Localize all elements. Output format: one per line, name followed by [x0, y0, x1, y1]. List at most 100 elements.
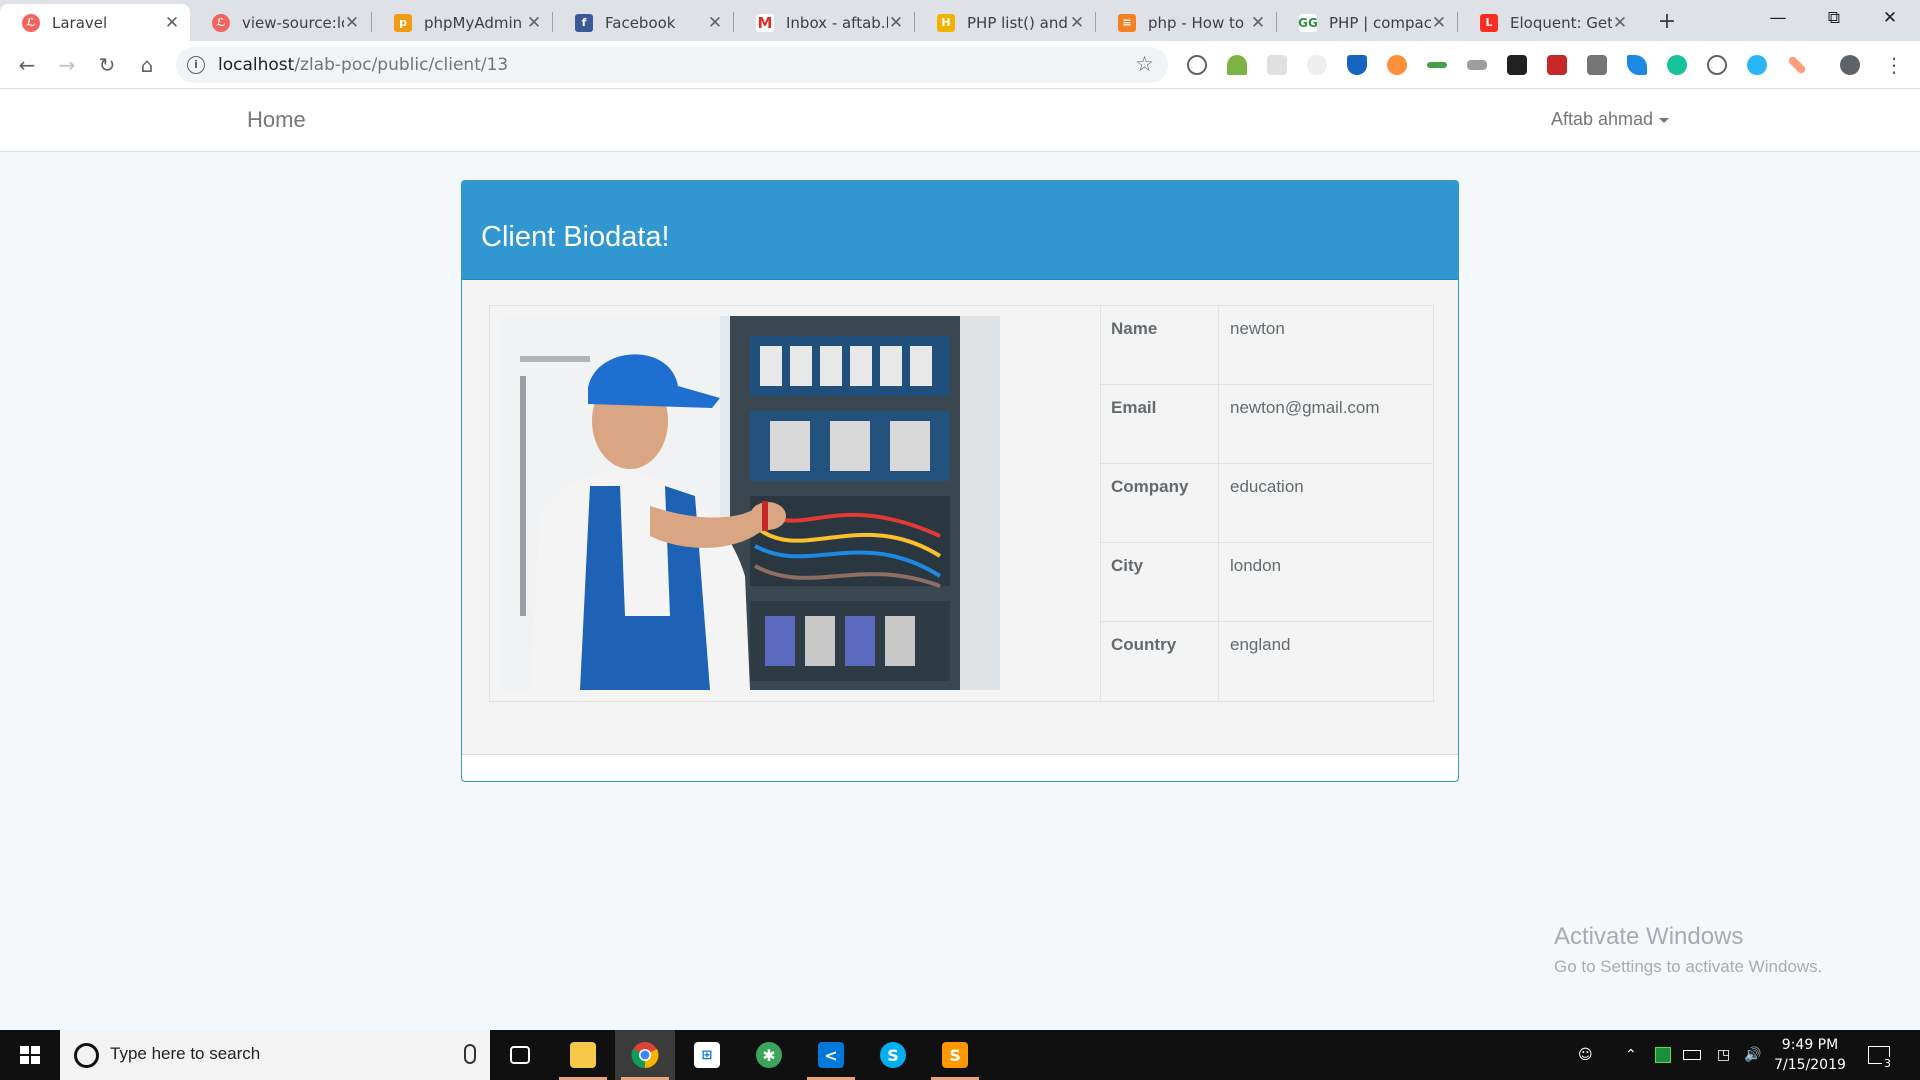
sublime-text-icon: S: [942, 1042, 968, 1068]
new-tab-button[interactable]: +: [1652, 7, 1682, 37]
tray-app-icon[interactable]: [1655, 1030, 1671, 1080]
panel-body: Name newton Email newton@gmail.com Compa…: [462, 280, 1458, 755]
start-button[interactable]: [0, 1030, 60, 1080]
extension-icon[interactable]: [1507, 55, 1527, 75]
chrome-button[interactable]: [615, 1030, 675, 1080]
file-explorer-button[interactable]: [553, 1030, 613, 1080]
tab-facebook[interactable]: f Facebook ✕: [553, 4, 733, 41]
back-icon[interactable]: ←: [13, 51, 41, 79]
close-icon[interactable]: ✕: [164, 13, 180, 33]
restore-button[interactable]: ⧉: [1806, 0, 1862, 38]
battery-icon[interactable]: [1683, 1030, 1701, 1080]
close-icon[interactable]: ✕: [888, 13, 904, 33]
sublime-button[interactable]: S: [925, 1030, 985, 1080]
tab-stackoverflow[interactable]: ≡ php - How to k ✕: [1096, 4, 1276, 41]
address-bar[interactable]: i localhost/zlab-poc/public/client/13 ☆: [176, 47, 1168, 83]
user-dropdown[interactable]: Aftab ahmad: [1551, 109, 1670, 130]
field-row-email: Email newton@gmail.com: [1101, 385, 1433, 464]
field-label: Company: [1101, 464, 1219, 543]
store-button[interactable]: ⊞: [677, 1030, 737, 1080]
home-link[interactable]: Home: [247, 107, 306, 133]
laravel-icon: L: [1480, 13, 1498, 32]
system-clock[interactable]: 9:49 PM 7/15/2019: [1762, 1035, 1858, 1075]
url-text[interactable]: localhost/zlab-poc/public/client/13: [218, 55, 508, 75]
close-icon[interactable]: ✕: [1250, 13, 1266, 33]
tab-gmail[interactable]: M Inbox - aftab.bt ✕: [734, 4, 914, 41]
skype-button[interactable]: S: [863, 1030, 923, 1080]
microphone-icon[interactable]: [464, 1044, 476, 1064]
volume-icon[interactable]: 🔊: [1744, 1030, 1761, 1080]
clock-time: 9:49 PM: [1781, 1037, 1839, 1053]
taskbar-search-box[interactable]: Type here to search: [60, 1030, 490, 1080]
vscode-button[interactable]: <: [801, 1030, 861, 1080]
extension-icon[interactable]: [1587, 55, 1607, 75]
extension-icon[interactable]: [1627, 55, 1647, 75]
chrome-icon: [631, 1042, 659, 1069]
field-value: newton: [1230, 319, 1285, 338]
watermark-subtitle: Go to Settings to activate Windows.: [1554, 957, 1823, 976]
site-navbar: Home Aftab ahmad: [0, 89, 1920, 152]
tab-eloquent[interactable]: L Eloquent: Getti ✕: [1458, 4, 1638, 41]
info-icon[interactable]: i: [187, 56, 205, 74]
field-row-name: Name newton: [1101, 306, 1433, 385]
extension-icon[interactable]: [1267, 55, 1287, 75]
wifi-icon[interactable]: ◳: [1717, 1030, 1730, 1080]
reload-icon[interactable]: ↻: [93, 51, 121, 79]
forward-icon[interactable]: →: [53, 51, 81, 79]
close-icon[interactable]: ✕: [344, 13, 360, 33]
profile-avatar-icon[interactable]: [1840, 55, 1860, 75]
close-icon[interactable]: ✕: [1069, 13, 1085, 33]
photo-cell: [490, 306, 1101, 701]
extension-icon[interactable]: [1427, 62, 1447, 68]
close-icon[interactable]: ✕: [1431, 13, 1447, 33]
url-path: /zlab-poc/public/client/13: [294, 55, 509, 75]
extension-icon[interactable]: [1707, 55, 1727, 75]
field-row-company: Company education: [1101, 464, 1433, 543]
extension-icon[interactable]: [1787, 55, 1807, 75]
app-button[interactable]: ✱: [739, 1030, 799, 1080]
bookmark-star-icon[interactable]: ☆: [1135, 52, 1154, 76]
menu-kebab-icon[interactable]: ⋮: [1880, 51, 1908, 79]
extension-icon[interactable]: [1467, 60, 1487, 70]
biodata-panel: Client Biodata! Name newton Email newton…: [461, 180, 1459, 782]
clock-date: 7/15/2019: [1774, 1057, 1846, 1073]
close-icon[interactable]: ✕: [1612, 13, 1628, 33]
tab-laravel[interactable]: ℒ Laravel ✕: [0, 4, 190, 41]
chevron-up-icon[interactable]: ⌃: [1625, 1030, 1637, 1080]
client-photo: [500, 316, 1000, 690]
field-row-country: Country england: [1101, 622, 1433, 701]
tab-php-list[interactable]: H PHP list() and S ✕: [915, 4, 1095, 41]
home-icon[interactable]: ⌂: [133, 51, 161, 79]
phpmyadmin-icon: p: [394, 13, 412, 32]
task-view-icon: [510, 1046, 530, 1064]
close-icon[interactable]: ✕: [526, 13, 542, 33]
extension-icon[interactable]: [1307, 55, 1327, 75]
grammarly-icon[interactable]: [1667, 55, 1687, 75]
tab-view-source[interactable]: ℒ view-source:loc ✕: [190, 4, 370, 41]
extension-icon[interactable]: [1387, 55, 1407, 75]
minimize-button[interactable]: —: [1750, 0, 1806, 38]
tab-title: PHP list() and S: [967, 13, 1069, 32]
windows-logo-icon: [20, 1046, 40, 1064]
tab-geeksforgeeks[interactable]: GG PHP | compact( ✕: [1277, 4, 1457, 41]
stackoverflow-icon: ≡: [1118, 13, 1136, 32]
cors-extension-icon[interactable]: [1547, 55, 1567, 75]
palm-extension-icon[interactable]: [1227, 55, 1247, 75]
extension-icon[interactable]: [1187, 55, 1207, 75]
cortana-icon[interactable]: [74, 1043, 99, 1068]
panel-title: Client Biodata!: [481, 221, 670, 253]
field-value: education: [1230, 477, 1304, 496]
people-icon[interactable]: ☺: [1578, 1030, 1593, 1080]
close-icon[interactable]: ✕: [707, 13, 723, 33]
tab-phpmyadmin[interactable]: p phpMyAdmin ✕: [372, 4, 552, 41]
task-view-button[interactable]: [490, 1030, 550, 1080]
folder-icon: [570, 1042, 596, 1068]
extension-icon[interactable]: [1747, 55, 1767, 75]
store-icon: ⊞: [694, 1042, 720, 1068]
close-window-button[interactable]: ✕: [1862, 0, 1918, 38]
action-center-button[interactable]: 3: [1868, 1030, 1901, 1080]
taskbar: Type here to search ⊞ ✱ < S S ☺ ⌃ ◳ 🔊 9:…: [0, 1030, 1920, 1080]
shield-icon[interactable]: [1347, 55, 1367, 75]
laravel-icon: ℒ: [212, 13, 230, 32]
field-label: Country: [1101, 622, 1219, 701]
